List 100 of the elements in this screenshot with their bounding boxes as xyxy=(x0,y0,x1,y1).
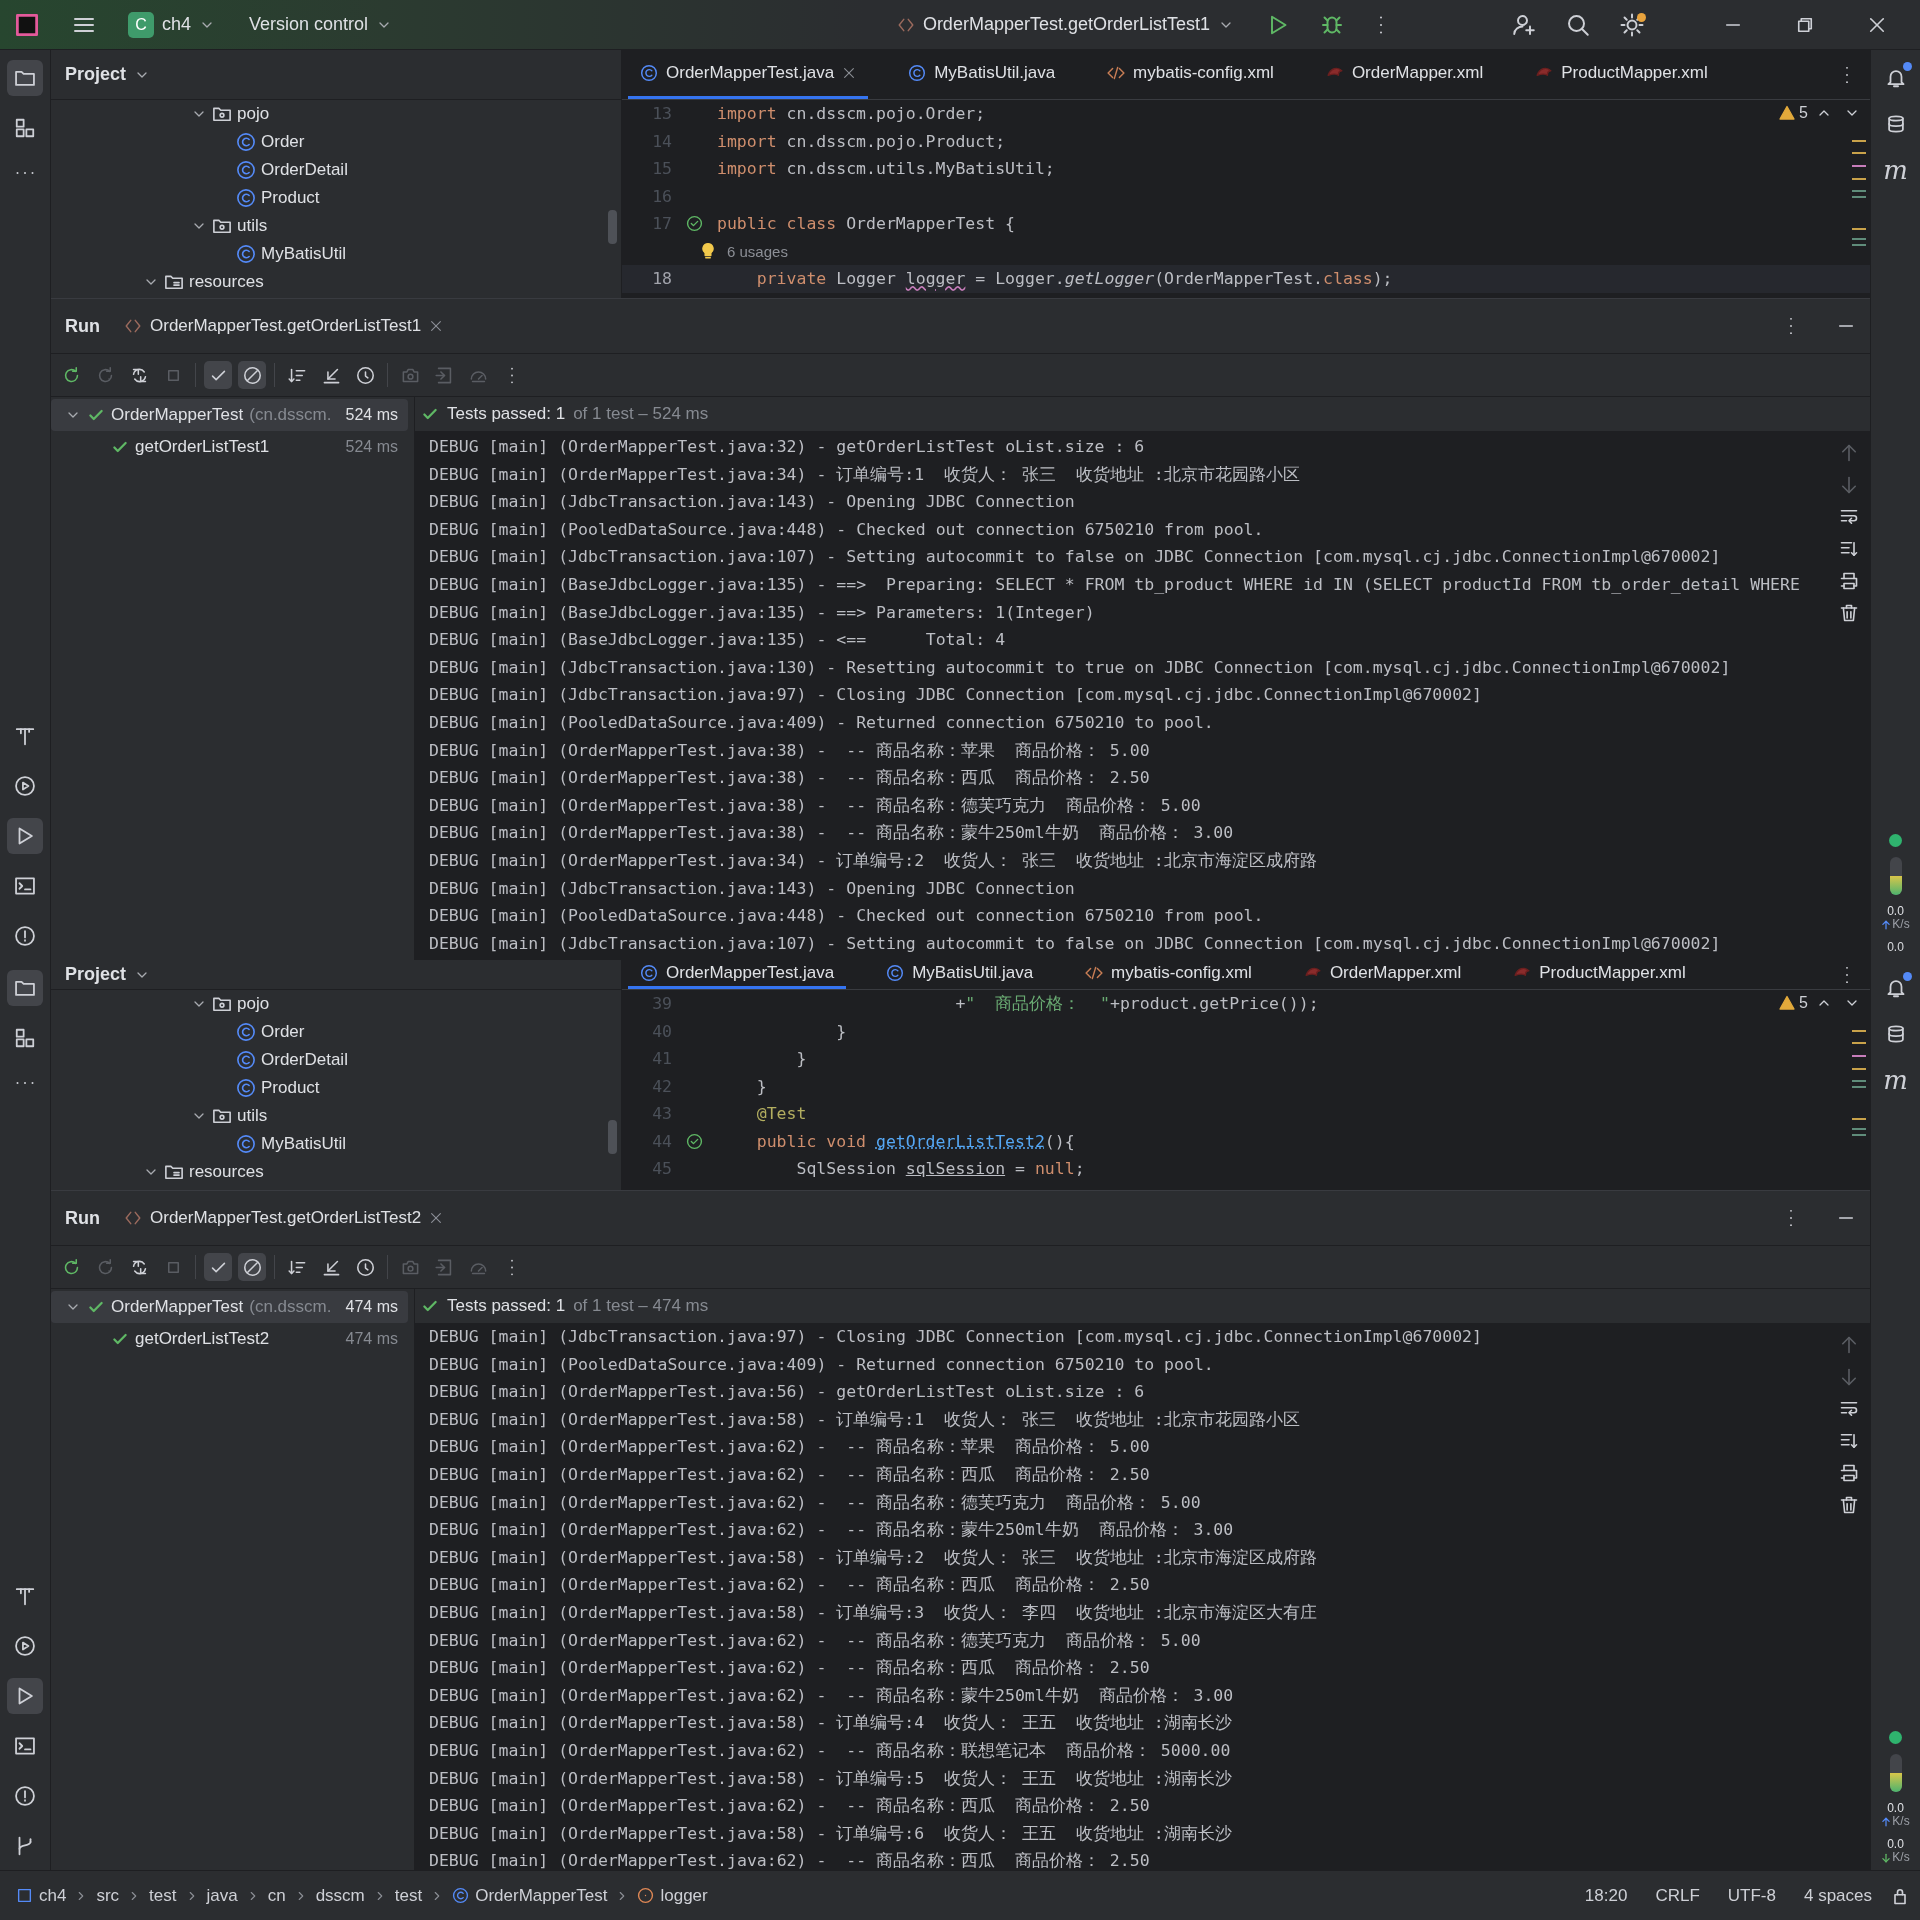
project-tree-item[interactable]: OrderDetail xyxy=(51,1046,621,1074)
editor-tab[interactable]: mybatis-config.xml xyxy=(1073,960,1264,989)
close-icon[interactable] xyxy=(429,319,444,333)
project-tree-item[interactable]: utils xyxy=(51,1102,621,1130)
workspace-switcher[interactable]: C ch4 xyxy=(118,5,226,44)
more-tool-icon[interactable] xyxy=(14,170,36,176)
project-tree-item[interactable]: pojo xyxy=(51,100,621,128)
project-view-selector[interactable]: Project xyxy=(65,964,151,985)
editor-tab[interactable]: ProductMapper.xml xyxy=(1523,50,1720,99)
maven-tool-button[interactable]: m xyxy=(1883,152,1908,188)
code-tag-icon xyxy=(1107,64,1126,82)
editor-tab[interactable]: mybatis-config.xml xyxy=(1095,50,1286,99)
settings-icon[interactable] xyxy=(1620,12,1644,37)
ignored-button[interactable] xyxy=(238,1253,266,1281)
breadcrumb-item[interactable]: ch4 xyxy=(16,1885,67,1906)
test-tree-item[interactable]: OrderMapperTest (cn.dsscm. 474 ms xyxy=(51,1291,408,1323)
check-button[interactable] xyxy=(204,361,232,389)
usages-hint[interactable]: 6 usages xyxy=(727,242,788,260)
project-tree-item[interactable]: pojo xyxy=(51,990,621,1018)
breadcrumb-item[interactable]: cn xyxy=(267,1885,286,1906)
clock-icon xyxy=(355,365,375,385)
breadcrumb-item[interactable]: java xyxy=(206,1885,238,1906)
warning-icon[interactable] xyxy=(1779,995,1796,1011)
close-icon[interactable] xyxy=(842,66,857,80)
soft-wrap-icon[interactable] xyxy=(1839,1399,1859,1419)
project-tree-item[interactable]: MyBatisUtil xyxy=(51,240,621,268)
line-number: 18 xyxy=(651,269,672,289)
network-speed: 0.0 xyxy=(1887,941,1904,954)
more-icon[interactable] xyxy=(1844,964,1850,985)
scrollbar-thumb[interactable] xyxy=(608,210,617,244)
search-icon[interactable] xyxy=(1566,12,1590,37)
print-icon[interactable] xyxy=(1839,571,1859,591)
run-configuration-selector[interactable]: OrderMapperTest.getOrderListTest1 xyxy=(886,8,1244,41)
project-tool-icon[interactable] xyxy=(7,60,43,96)
editor-tab[interactable]: MyBatisUtil.java xyxy=(896,50,1068,99)
close-icon[interactable] xyxy=(429,1211,444,1225)
soft-wrap-icon[interactable] xyxy=(1839,507,1859,527)
status-bar-item[interactable]: 4 spaces xyxy=(1803,1885,1872,1906)
ignored-button[interactable] xyxy=(238,361,266,389)
editor-tab[interactable]: OrderMapper.xml xyxy=(1313,50,1496,99)
add-user-icon[interactable] xyxy=(1512,12,1536,37)
warning-count[interactable]: 5 xyxy=(1799,104,1808,122)
project-view-selector[interactable]: Project xyxy=(65,64,151,85)
run-tab[interactable]: OrderMapperTest.getOrderListTest1 xyxy=(124,316,444,336)
class-icon xyxy=(236,1022,256,1042)
warning-icon[interactable] xyxy=(1779,105,1796,121)
breadcrumb-item[interactable]: OrderMapperTest xyxy=(452,1885,608,1906)
status-bar-item[interactable]: CRLF xyxy=(1655,1885,1700,1906)
check-button[interactable] xyxy=(204,1253,232,1281)
breadcrumb-item[interactable]: src xyxy=(96,1885,120,1906)
more-tool-icon[interactable] xyxy=(14,1080,36,1086)
project-tree-item[interactable]: Product xyxy=(51,1074,621,1102)
maven-tool-button[interactable]: m xyxy=(1883,1062,1908,1098)
console-line: DEBUG [main] (OrderMapperTest.java:58) - 订单编号:6 收货人： 王五 收货地址 :湖南长沙 xyxy=(429,1822,1233,1845)
project-tree-item[interactable]: OrderDetail xyxy=(51,156,621,184)
more-icon[interactable] xyxy=(1788,1208,1794,1228)
project-tree-item[interactable]: MyBatisUtil xyxy=(51,1130,621,1158)
test-tree-item[interactable]: getOrderListTest2 474 ms xyxy=(51,1323,408,1355)
project-tree-item[interactable]: resources xyxy=(51,268,621,296)
scroll-to-end-icon[interactable] xyxy=(1839,1431,1859,1451)
breadcrumb-item[interactable]: logger xyxy=(637,1885,708,1906)
more-icon[interactable] xyxy=(1844,64,1850,85)
memory-indicator[interactable] xyxy=(1889,1754,1902,1792)
trash-icon[interactable] xyxy=(1839,1495,1859,1515)
breadcrumb-item[interactable]: test xyxy=(394,1885,423,1906)
console-line: DEBUG [main] (OrderMapperTest.java:34) - 订单编号:2 收货人： 张三 收货地址 :北京市海淀区成府路 xyxy=(429,849,1318,872)
print-icon[interactable] xyxy=(1839,1463,1859,1483)
scroll-to-end-icon[interactable] xyxy=(1839,539,1859,559)
app-logo-icon[interactable] xyxy=(16,13,38,36)
editor-tab[interactable]: MyBatisUtil.java xyxy=(874,960,1046,989)
test-tree-item[interactable]: OrderMapperTest (cn.dsscm. 524 ms xyxy=(51,399,408,431)
breadcrumb-item[interactable]: dsscm xyxy=(315,1885,365,1906)
run-tab[interactable]: OrderMapperTest.getOrderListTest2 xyxy=(124,1208,444,1228)
run-tool-icon[interactable] xyxy=(7,1678,43,1714)
run-test-icon[interactable] xyxy=(686,1132,703,1150)
run-test-icon[interactable] xyxy=(686,215,703,233)
editor-tab[interactable]: ProductMapper.xml xyxy=(1501,960,1698,989)
class-icon xyxy=(236,160,256,180)
project-tree-item[interactable]: utils xyxy=(51,212,621,240)
warning-count[interactable]: 5 xyxy=(1799,994,1808,1012)
status-bar-item[interactable]: 18:20 xyxy=(1584,1885,1628,1906)
version-control-menu[interactable]: Version control xyxy=(239,8,403,41)
project-tree-item[interactable]: Order xyxy=(51,128,621,156)
editor-tab[interactable]: OrderMapper.xml xyxy=(1291,960,1474,989)
breadcrumb-item[interactable]: test xyxy=(149,1885,177,1906)
project-tree-item[interactable]: Order xyxy=(51,1018,621,1046)
project-tool-icon[interactable] xyxy=(7,970,43,1006)
scrollbar-thumb[interactable] xyxy=(608,1120,617,1154)
project-tree-item[interactable]: resources xyxy=(51,1158,621,1186)
code-line: SqlSession sqlSession = null; xyxy=(795,1159,1085,1179)
status-bar-item[interactable]: UTF-8 xyxy=(1727,1885,1776,1906)
memory-indicator[interactable] xyxy=(1889,857,1902,895)
more-icon[interactable] xyxy=(1788,316,1794,336)
trash-icon[interactable] xyxy=(1839,603,1859,623)
project-tree-item[interactable]: Product xyxy=(51,184,621,212)
speed-unit: K/s xyxy=(1892,1851,1910,1864)
run-tool-icon[interactable] xyxy=(7,818,43,854)
lightbulb-icon[interactable] xyxy=(699,242,717,261)
vmore-icon xyxy=(509,365,515,385)
test-tree-item[interactable]: getOrderListTest1 524 ms xyxy=(51,431,408,463)
